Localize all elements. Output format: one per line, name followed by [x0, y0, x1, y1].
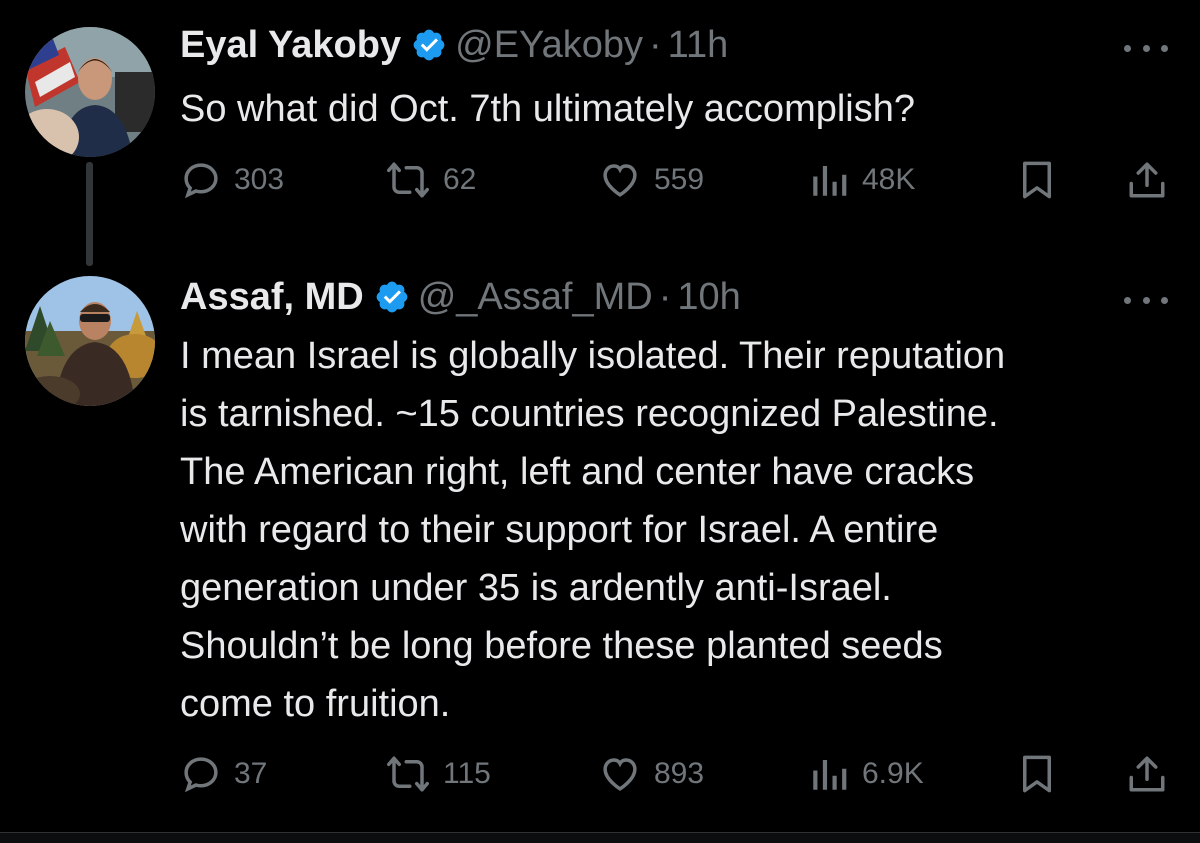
bookmark-icon [1023, 161, 1051, 199]
views-button[interactable]: 6.9K [808, 752, 924, 796]
avatar-image [25, 276, 155, 406]
like-button[interactable]: 893 [598, 752, 704, 796]
views-icon [813, 166, 847, 196]
like-icon [603, 758, 637, 791]
reply-button[interactable]: 303 [180, 158, 284, 202]
tweet-text-line: generation under 35 is ardently anti-Isr… [180, 567, 892, 609]
tweet-text-line: Shouldn’t be long before these planted s… [180, 625, 943, 667]
repost-count: 62 [443, 163, 477, 196]
tweet-text-line: So what did Oct. 7th ultimately accompli… [180, 88, 916, 130]
author-name[interactable]: Eyal Yakoby [180, 22, 401, 68]
like-count: 893 [654, 757, 705, 790]
bookmark-icon [1023, 755, 1051, 793]
views-button[interactable]: 48K [808, 158, 915, 202]
tweet-text-line: come to fruition. [180, 683, 451, 725]
tweet-text-line: is tarnished. ~15 countries recognized P… [180, 393, 999, 435]
like-button[interactable]: 559 [598, 158, 704, 202]
repost-button[interactable]: 115 [385, 752, 491, 796]
reply-icon [184, 163, 218, 199]
tweet-header: Eyal Yakoby @EYakoby · 11h [180, 22, 728, 68]
author-name[interactable]: Assaf, MD [180, 274, 364, 320]
reply-count: 37 [234, 757, 268, 790]
reply-icon [184, 757, 218, 793]
action-bar: 303 62 559 48K [180, 158, 1170, 202]
separator-dot: · [658, 276, 672, 318]
bookmark-button[interactable] [1016, 158, 1058, 202]
timestamp[interactable]: 10h [677, 274, 740, 320]
views-count: 6.9K [862, 757, 924, 790]
timestamp[interactable]: 11h [668, 22, 729, 68]
more-icon[interactable] [1124, 40, 1168, 56]
verified-badge-icon [413, 29, 445, 61]
tweet-text-line: I mean Israel is globally isolated. Thei… [180, 335, 1006, 377]
avatar[interactable] [25, 27, 155, 157]
tweet-1[interactable]: Eyal Yakoby @EYakoby · 11h So what did O… [0, 0, 1200, 270]
tweet-text-line: with regard to their support for Israel.… [180, 509, 939, 551]
tweet-header: Assaf, MD @_Assaf_MD · 10h [180, 274, 741, 320]
avatar-image [25, 27, 155, 157]
bottom-divider [0, 832, 1200, 843]
like-icon [603, 164, 637, 197]
reply-count: 303 [234, 163, 285, 196]
author-handle[interactable]: @_Assaf_MD [418, 274, 653, 320]
views-count: 48K [862, 163, 916, 196]
tweet-text: I mean Israel is globally isolated. Thei… [180, 327, 1170, 733]
avatar[interactable] [25, 276, 155, 406]
verified-badge-icon [376, 281, 408, 313]
tweet-text: So what did Oct. 7th ultimately accompli… [180, 80, 1170, 138]
repost-icon [387, 756, 429, 792]
views-icon [813, 760, 847, 790]
reply-button[interactable]: 37 [180, 752, 267, 796]
share-button[interactable] [1126, 158, 1168, 202]
repost-button[interactable]: 62 [385, 158, 476, 202]
separator-dot: · [648, 24, 662, 66]
share-button[interactable] [1126, 752, 1168, 796]
bookmark-button[interactable] [1016, 752, 1058, 796]
like-count: 559 [654, 163, 705, 196]
tweet-2[interactable]: Assaf, MD @_Assaf_MD · 10h I mean Israel… [0, 270, 1200, 830]
repost-icon [387, 162, 429, 198]
share-icon [1129, 162, 1165, 198]
share-icon [1129, 756, 1165, 792]
tweet-text-line: The American right, left and center have… [180, 451, 975, 493]
thread-line [86, 162, 93, 266]
author-handle[interactable]: @EYakoby [455, 22, 643, 68]
action-bar: 37 115 893 6.9K [180, 752, 1170, 796]
repost-count: 115 [443, 757, 491, 790]
more-icon[interactable] [1124, 292, 1168, 308]
